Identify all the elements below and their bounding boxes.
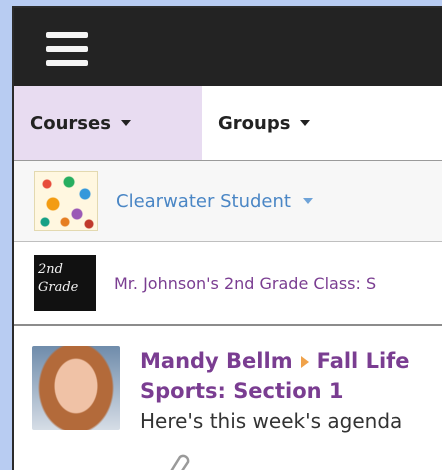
post-body: Mandy Bellm Fall Life Sports: Section 1 H… — [140, 346, 410, 436]
caret-down-icon — [302, 198, 313, 204]
post-author-link[interactable]: Mandy Bellm — [140, 349, 293, 373]
feed-post: Mandy Bellm Fall Life Sports: Section 1 H… — [14, 326, 442, 436]
course-thumbnail: 2nd Grade — [34, 255, 96, 311]
post-section-link[interactable]: Sports: Section 1 — [140, 376, 410, 406]
caret-down-icon — [120, 120, 131, 126]
groups-dropdown[interactable]: Groups — [202, 86, 311, 160]
post-text: Here's this week's agenda — [140, 409, 403, 433]
student-selector[interactable]: Clearwater Student — [14, 161, 442, 242]
course-name-link[interactable]: Mr. Johnson's 2nd Grade Class: S — [114, 274, 376, 293]
courses-label: Courses — [30, 112, 111, 134]
hamburger-menu-icon[interactable] — [46, 32, 88, 66]
top-bar — [14, 8, 442, 86]
courses-dropdown[interactable]: Courses — [14, 86, 202, 160]
student-thumbnail — [34, 171, 98, 231]
triangle-right-icon — [300, 356, 309, 368]
paperclip-icon[interactable] — [166, 454, 196, 470]
post-title: Mandy Bellm Fall Life — [140, 346, 410, 376]
student-name: Clearwater Student — [116, 190, 291, 212]
post-course-link[interactable]: Fall Life — [317, 349, 410, 373]
course-row[interactable]: 2nd Grade Mr. Johnson's 2nd Grade Class:… — [14, 242, 442, 326]
course-thumbnail-line1: 2nd — [38, 262, 63, 277]
app-frame: Courses Groups Clearwater Student 2nd Gr… — [12, 6, 442, 470]
course-thumbnail-line2: Grade — [38, 280, 79, 295]
groups-label: Groups — [218, 112, 291, 134]
avatar[interactable] — [32, 346, 120, 430]
caret-down-icon — [300, 120, 311, 126]
main-nav: Courses Groups — [14, 86, 442, 161]
